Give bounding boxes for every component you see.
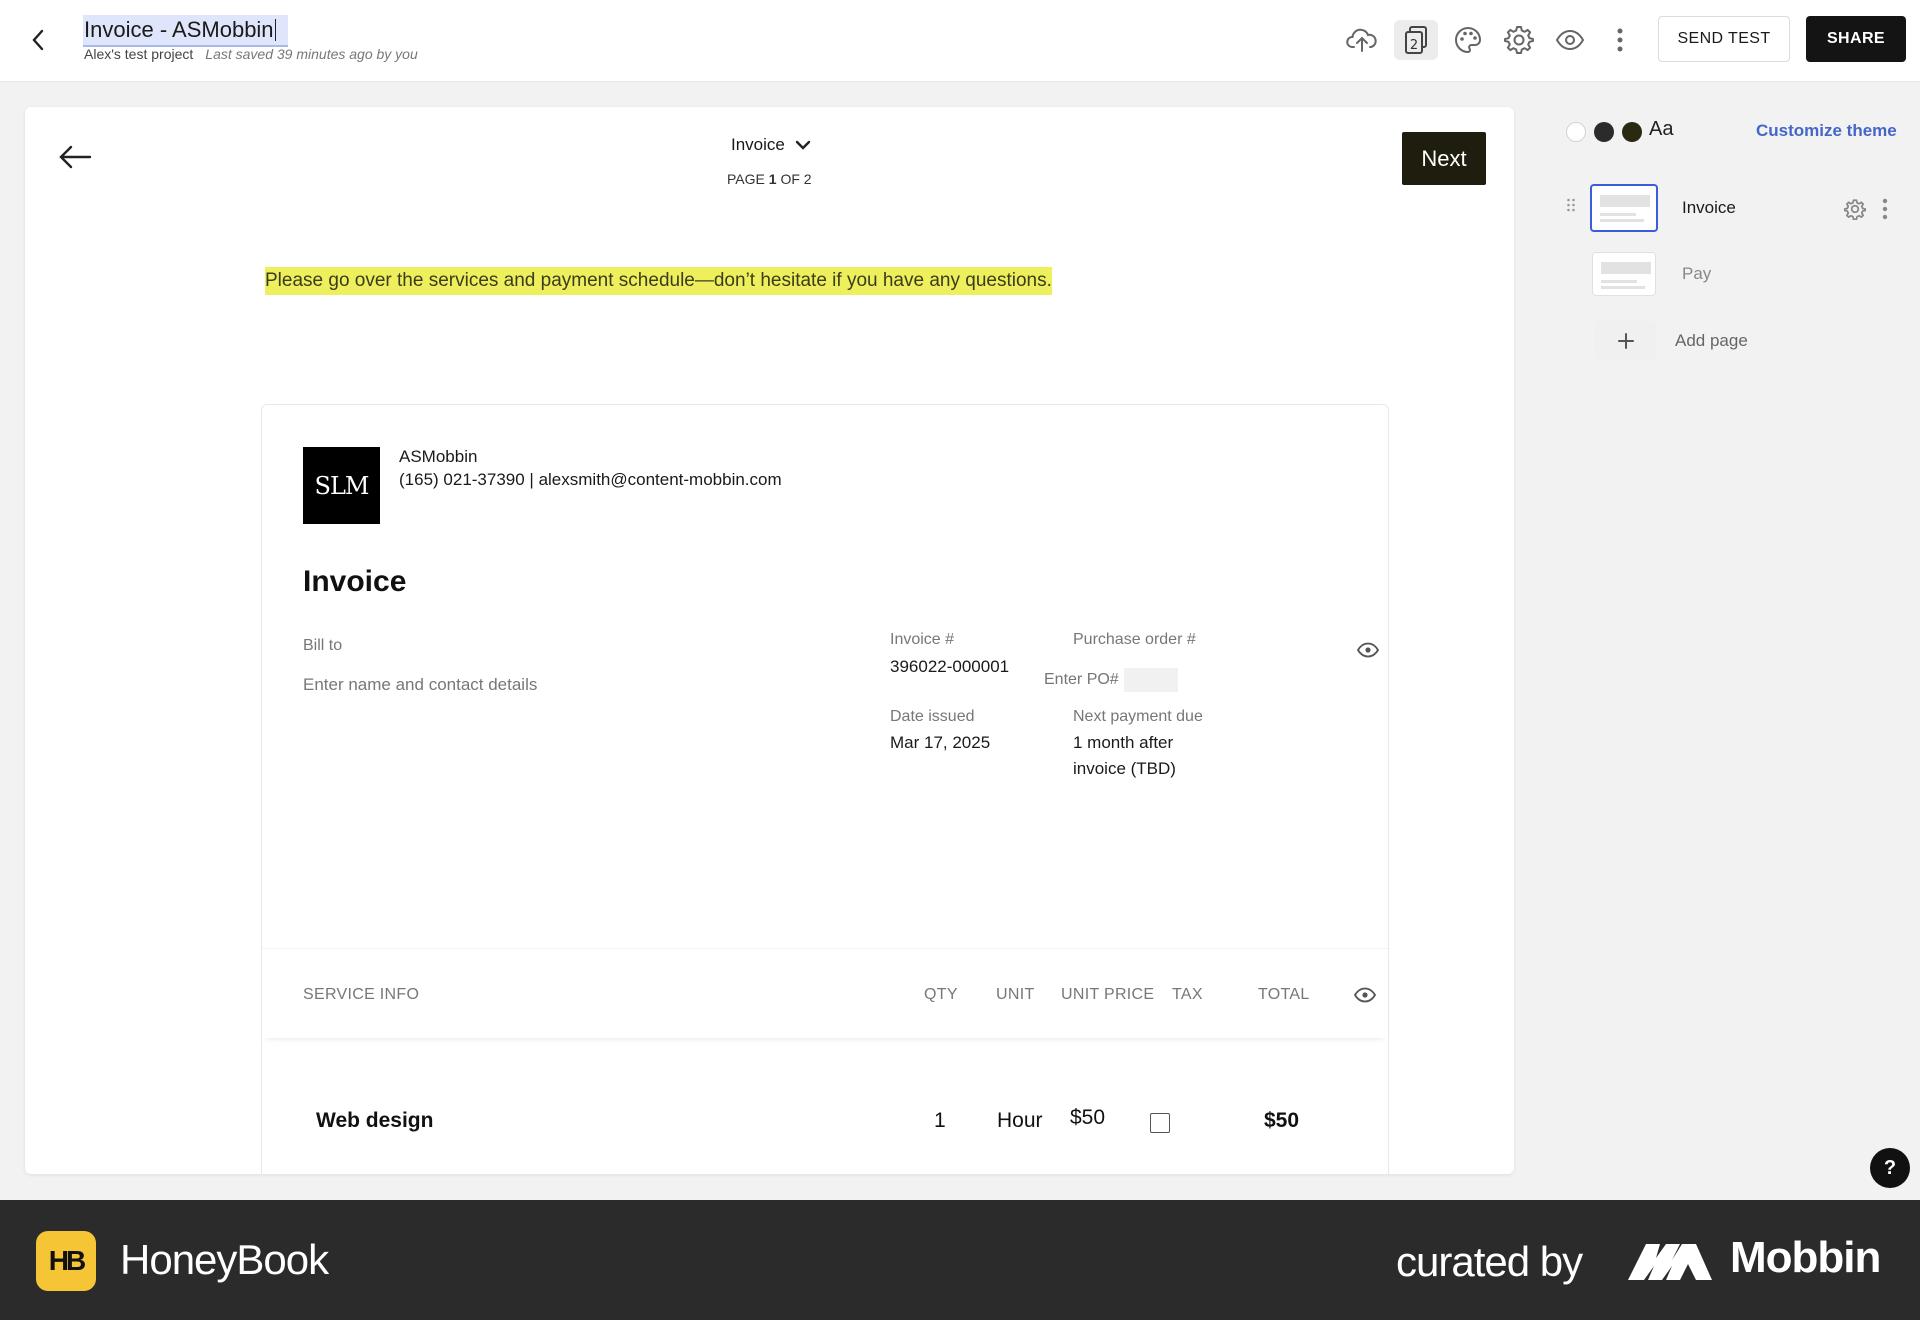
date-issued-value[interactable]: Mar 17, 2025 [890,733,990,753]
page-list-label: Pay [1682,264,1712,283]
invoice-block[interactable]: SLM ASMobbin (165) 021-37390 | alexsmith… [261,404,1389,1174]
item-service-name[interactable]: Web design [316,1109,433,1133]
next-payment-label: Next payment due [1073,708,1203,725]
next-payment-line1: 1 month after [1073,733,1174,752]
page-current-number: 1 [768,171,777,187]
page-counter-prefix: PAGE [727,171,765,187]
theme-font-sample[interactable]: Aa [1649,118,1673,141]
purchase-order-input[interactable] [1042,668,1178,692]
gear-icon[interactable] [1844,198,1866,220]
plus-icon [1617,333,1634,349]
column-service-info: SERVICE INFO [303,986,420,1003]
column-total: TOTAL [1258,986,1310,1003]
footer-banner: HB HoneyBook curated by Mobbin [0,1200,1920,1320]
column-unit: UNIT [996,986,1035,1003]
gear-icon[interactable] [1497,20,1541,60]
page-counter: PAGE 1 OF 2 [727,171,812,187]
item-qty[interactable]: 1 [934,1109,946,1133]
business-name: ASMobbin [399,447,478,466]
document-title-text: Invoice - ASMobbin [84,17,274,42]
column-qty: QTY [924,986,958,1003]
eye-icon[interactable] [1354,987,1376,1003]
mobbin-logo-icon [1628,1244,1712,1280]
honeybook-name: HoneyBook [120,1236,329,1283]
page-counter-suffix: OF 2 [780,171,812,187]
page-canvas: Invoice PAGE 1 OF 2 Next Please go over … [25,107,1514,1174]
page-list-item-invoice[interactable]: Invoice [1566,182,1906,238]
business-contact: (165) 021-37390 | alexsmith@content-mobb… [399,470,782,489]
invoice-number-label: Invoice # [890,631,955,648]
column-tax: TAX [1172,986,1203,1003]
next-button[interactable]: Next [1402,132,1486,185]
honeybook-logo: HB [36,1231,96,1291]
table-row[interactable]: Web design 1 Hour $50 $50 [262,1039,1388,1174]
bill-to-label: Bill to [303,637,343,654]
items-table-header: SERVICE INFO QTY UNIT UNIT PRICE TAX TOT… [262,948,1388,1038]
curated-by-text: curated by [1396,1238,1583,1285]
pages-count-badge: 2 [1410,38,1418,53]
back-chevron-icon[interactable] [22,24,54,56]
add-page-button[interactable] [1595,321,1656,361]
business-logo[interactable]: SLM [303,447,380,524]
invoice-heading: Invoice [303,565,407,598]
item-unit-price[interactable]: $50 [1070,1106,1105,1130]
pages-icon[interactable]: 2 [1394,20,1438,60]
theme-color-swatches [1566,122,1642,142]
mobbin-name: Mobbin [1730,1233,1881,1282]
more-vertical-icon[interactable] [1598,20,1642,60]
arrow-left-icon[interactable] [53,135,97,179]
palette-icon[interactable] [1446,20,1490,60]
page-list-item-pay[interactable]: Pay [1566,248,1906,304]
purchase-order-label: Purchase order # [1073,631,1196,648]
highlighted-message[interactable]: Please go over the services and payment … [265,267,1052,295]
add-page-label[interactable]: Add page [1675,331,1748,351]
text-caret [274,19,276,41]
bill-to-field[interactable]: Enter name and contact details [303,675,537,695]
top-bar: Invoice - ASMobbin Alex's test project La… [0,0,1920,82]
page-list-label: Invoice [1682,198,1736,217]
theme-color-dark[interactable] [1594,122,1614,142]
theme-color-olive[interactable] [1622,122,1642,142]
project-name: Alex's test project [84,46,194,62]
date-issued-label: Date issued [890,708,975,725]
item-total: $50 [1264,1109,1300,1132]
send-test-button[interactable]: SEND TEST [1658,16,1790,62]
chevron-down-icon [795,140,811,150]
document-subtitle: Alex's test project Last saved 39 minutes… [84,46,418,62]
page-selector-dropdown[interactable]: Invoice [731,135,811,155]
invoice-number-value: 396022-000001 [890,657,1010,676]
page-selector-label: Invoice [731,135,785,154]
page-thumbnail [1592,252,1656,296]
help-button[interactable]: ? [1870,1148,1910,1188]
last-saved-text: Last saved 39 minutes ago by you [205,46,418,62]
item-unit[interactable]: Hour [997,1109,1043,1133]
customize-theme-link[interactable]: Customize theme [1756,121,1897,141]
document-title-input[interactable]: Invoice - ASMobbin [83,15,288,47]
eye-icon[interactable] [1357,642,1379,658]
next-payment-line2: invoice (TBD) [1073,759,1176,778]
page-thumbnail [1590,184,1658,232]
theme-color-white[interactable] [1566,122,1586,142]
eye-icon[interactable] [1548,20,1592,60]
more-vertical-icon[interactable] [1882,198,1888,220]
item-tax-checkbox[interactable] [1150,1113,1170,1133]
cloud-upload-icon[interactable] [1340,20,1384,60]
column-unit-price: UNIT PRICE [1061,986,1155,1003]
share-button[interactable]: SHARE [1806,16,1906,62]
